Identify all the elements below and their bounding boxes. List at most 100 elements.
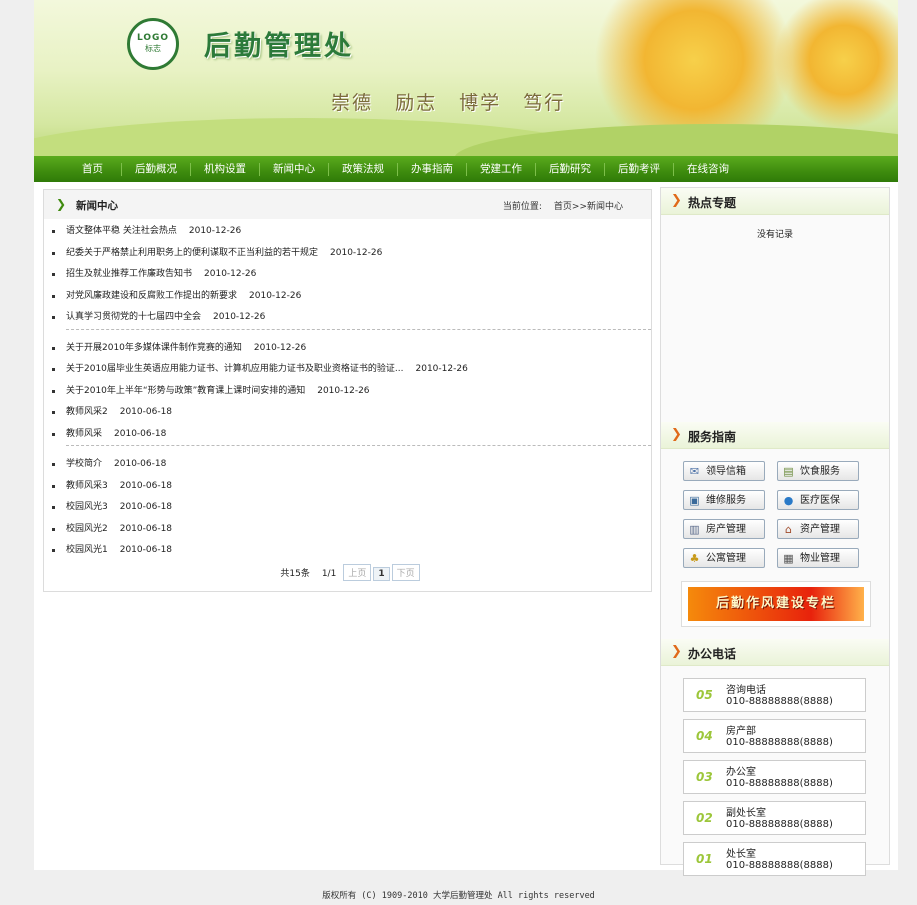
news-date: 2010-06-18 [114, 428, 167, 439]
sidebar: ❯ 热点专题 没有记录 ❯ 服务指南 ✉ 领导信箱 ▤ 饮食服务 ▣ 维修服务 ● 医疗… [660, 187, 890, 876]
news-item[interactable]: 教师风采 2010-06-18 [44, 424, 651, 446]
news-item[interactable]: 校园风光3 2010-06-18 [44, 497, 651, 519]
phone-number: 010-88888888(8888) [726, 696, 833, 707]
nav-item-organization[interactable]: 机构设置 [191, 162, 260, 176]
service-label: 公寓管理 [706, 553, 746, 564]
news-title[interactable]: 语文整体平稳 关注社会热点 [66, 226, 177, 236]
news-title[interactable]: 校园风光3 [66, 502, 108, 512]
hot-topics-header: ❯ 热点专题 [661, 188, 889, 215]
phone-number: 010-88888888(8888) [726, 819, 833, 830]
logo[interactable]: LOGO 标志 [127, 18, 179, 70]
news-title[interactable]: 教师风采2 [66, 407, 108, 417]
breadcrumb: 当前位置: 首页>>新闻中心 [503, 199, 623, 212]
service-button-estate[interactable]: ▦ 物业管理 [777, 548, 859, 568]
nav-item-consult[interactable]: 在线咨询 [674, 163, 742, 176]
breadcrumb-path[interactable]: 首页>>新闻中心 [554, 202, 623, 212]
news-date: 2010-06-18 [119, 502, 173, 512]
news-item[interactable]: 校园风光1 2010-06-18 [44, 540, 651, 562]
chevron-right-icon: ❯ [671, 427, 682, 442]
main-nav: 首页 后勤概况 机构设置 新闻中心 政策法规 办事指南 党建工作 后勤研究 后勤… [34, 156, 898, 182]
news-item[interactable]: 学校简介 2010-06-18 [44, 454, 651, 476]
phone-number: 010-88888888(8888) [726, 737, 833, 748]
news-item[interactable]: 校园风光2 2010-06-18 [44, 519, 651, 541]
page: LOGO 标志 后勤管理处 崇德 励志 博学 笃行 首页 后勤概况 机构设置 新… [34, 0, 898, 876]
chevron-right-icon: ❯ [671, 644, 682, 659]
phone-index: 05 [696, 688, 713, 702]
pagination: 共15条 1/1 上页 1 下页 [44, 563, 651, 581]
news-item[interactable]: 纪委关于严格禁止利用职务上的便利谋取不正当利益的若干规定 2010-12-26 [44, 243, 651, 265]
phone-name: 副处长室 [726, 808, 766, 819]
service-grid: ✉ 领导信箱 ▤ 饮食服务 ▣ 维修服务 ● 医疗医保 ▥ 房产管理 ⌂ 资产管理 ♣ 公寓管… [683, 461, 889, 568]
news-title[interactable]: 关于2010年上半年“形势与政策”教育课上课时间安排的通知 [66, 386, 305, 396]
news-item[interactable]: 教师风采3 2010-06-18 [44, 476, 651, 498]
nav-item-party[interactable]: 党建工作 [467, 162, 536, 176]
flower-decoration [774, 0, 898, 130]
pager-pages: 1/1 [321, 568, 337, 579]
news-group: 学校简介 2010-06-18 教师风采3 2010-06-18 校园风光3 2010… [52, 445, 651, 562]
news-title[interactable]: 学校简介 [66, 459, 102, 469]
news-item[interactable]: 招生及就业推荐工作廉政告知书 2010-12-26 [44, 264, 651, 286]
phone-card: 03 办公室 010-88888888(8888) [683, 760, 866, 794]
motto-word: 博学 [459, 92, 502, 114]
news-item[interactable]: 关于2010届毕业生英语应用能力证书、计算机应用能力证书及职业资格证书的验证..… [44, 359, 651, 381]
phone-name: 处长室 [726, 849, 756, 860]
service-label: 房产管理 [706, 524, 746, 535]
news-title[interactable]: 关于2010届毕业生英语应用能力证书、计算机应用能力证书及职业资格证书的验证..… [66, 364, 404, 374]
next-page-button[interactable]: 下页 [391, 563, 420, 581]
service-button-property[interactable]: ▥ 房产管理 [683, 519, 765, 539]
service-button-food[interactable]: ▤ 饮食服务 [777, 461, 859, 481]
news-title[interactable]: 关于开展2010年多媒体课件制作竞赛的通知 [66, 343, 242, 353]
news-date: 2010-12-26 [330, 247, 383, 258]
news-item[interactable]: 关于开展2010年多媒体课件制作竞赛的通知 2010-12-26 [44, 338, 651, 360]
prev-page-button[interactable]: 上页 [343, 563, 372, 581]
news-date: 2010-06-18 [119, 407, 173, 417]
news-title[interactable]: 校园风光2 [66, 524, 108, 534]
phone-index: 01 [696, 852, 713, 866]
promo-banner[interactable]: 后勤作风建设专栏 [681, 581, 871, 627]
nav-item-news[interactable]: 新闻中心 [260, 162, 329, 176]
promo-text: 后勤作风建设专栏 [688, 587, 864, 621]
header-banner: LOGO 标志 后勤管理处 崇德 励志 博学 笃行 [34, 0, 898, 156]
service-guide-header: ❯ 服务指南 [661, 422, 889, 449]
nav-item-evaluation[interactable]: 后勤考评 [605, 162, 674, 176]
news-item[interactable]: 对党风廉政建设和反腐败工作提出的新要求 2010-12-26 [44, 286, 651, 308]
nav-item-home[interactable]: 首页 [70, 162, 122, 176]
news-title[interactable]: 教师风采3 [66, 481, 108, 491]
news-title[interactable]: 认真学习贯彻党的十七届四中全会 [66, 312, 201, 322]
news-group: 关于开展2010年多媒体课件制作竞赛的通知 2010-12-26 关于2010届毕… [52, 328, 651, 446]
news-title[interactable]: 校园风光1 [66, 545, 108, 555]
phone-index: 02 [696, 811, 713, 825]
phone-index: 04 [696, 729, 713, 743]
news-panel-header: ❯ 新闻中心 当前位置: 首页>>新闻中心 [44, 190, 651, 219]
phone-card: 05 咨询电话 010-88888888(8888) [683, 678, 866, 712]
nav-item-guide[interactable]: 办事指南 [398, 162, 467, 176]
news-item[interactable]: 关于2010年上半年“形势与政策”教育课上课时间安排的通知 2010-12-26 [44, 381, 651, 403]
service-button-assets[interactable]: ⌂ 资产管理 [777, 519, 859, 539]
news-title[interactable]: 纪委关于严格禁止利用职务上的便利谋取不正当利益的若干规定 [66, 248, 318, 258]
globe-icon: ● [783, 494, 794, 507]
mailbox-icon: ✉ [689, 465, 700, 478]
news-item[interactable]: 语文整体平稳 关注社会热点 2010-12-26 [44, 221, 651, 243]
service-button-medical[interactable]: ● 医疗医保 [777, 490, 859, 510]
service-label: 医疗医保 [800, 495, 840, 506]
news-title[interactable]: 教师风采 [66, 429, 102, 439]
news-title[interactable]: 招生及就业推荐工作廉政告知书 [66, 269, 192, 279]
nav-item-research[interactable]: 后勤研究 [536, 162, 605, 176]
logo-text: LOGO [136, 33, 170, 43]
phone-name: 房产部 [726, 726, 756, 737]
service-button-apartment[interactable]: ♣ 公寓管理 [683, 548, 765, 568]
service-button-repair[interactable]: ▣ 维修服务 [683, 490, 765, 510]
current-page[interactable]: 1 [373, 566, 390, 581]
news-title[interactable]: 对党风廉政建设和反腐败工作提出的新要求 [66, 291, 237, 301]
news-date: 2010-06-18 [119, 545, 173, 555]
news-item[interactable]: 教师风采2 2010-06-18 [44, 402, 651, 424]
service-label: 领导信箱 [706, 466, 746, 477]
news-group: 语文整体平稳 关注社会热点 2010-12-26 纪委关于严格禁止利用职务上的便利… [44, 219, 651, 329]
bell-icon: ♣ [689, 552, 700, 565]
news-date: 2010-12-26 [213, 312, 266, 322]
service-button-leader-mailbox[interactable]: ✉ 领导信箱 [683, 461, 765, 481]
news-item[interactable]: 认真学习贯彻党的十七届四中全会 2010-12-26 [44, 307, 651, 329]
nav-item-overview[interactable]: 后勤概况 [122, 162, 191, 176]
nav-item-policy[interactable]: 政策法规 [329, 162, 398, 176]
phone-list: 05 咨询电话 010-88888888(8888) 04 房产部 010-888888… [683, 678, 889, 876]
